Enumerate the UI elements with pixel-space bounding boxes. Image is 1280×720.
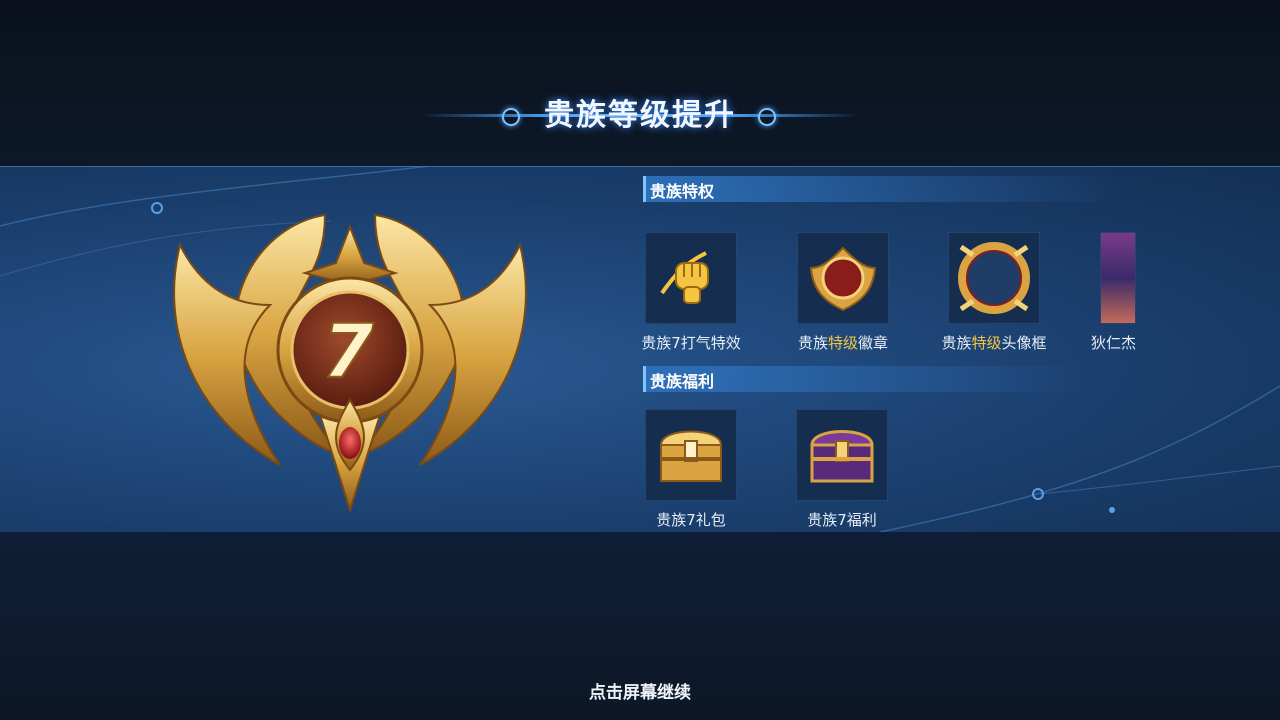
tap-to-continue-prompt[interactable]: 点击屏幕继续 [540, 678, 740, 703]
fist-icon [645, 232, 737, 324]
privilege-label: 狄仁杰 [1090, 334, 1136, 352]
benefit-item-welfare[interactable]: 贵族7福利 [796, 409, 892, 529]
benefit-item-gift-pack[interactable]: 贵族7礼包 [645, 409, 741, 529]
purple-chest-icon [796, 409, 888, 501]
avatar-frame-icon [948, 232, 1040, 324]
hero-skin-icon [1100, 232, 1136, 324]
privilege-label: 贵族特级头像框 [941, 334, 1047, 352]
badge-icon [797, 232, 889, 324]
privilege-label: 贵族特级徽章 [797, 334, 889, 352]
noble-level-badge: 7 [173, 213, 527, 514]
privilege-item-avatar-frame[interactable]: 贵族特级头像框 [941, 232, 1047, 352]
badge-level-number: 7 [322, 309, 374, 395]
privilege-item-badge[interactable]: 贵族特级徽章 [797, 232, 893, 352]
privileges-title: 贵族特权 [650, 182, 715, 201]
title-banner: 贵族等级提升 [420, 92, 860, 142]
page-title: 贵族等级提升 [544, 98, 736, 133]
privileges-header: 贵族特权 [643, 176, 1126, 202]
benefits-title: 贵族福利 [650, 372, 715, 391]
privilege-label: 贵族7打气特效 [641, 334, 741, 352]
benefits-header: 贵族福利 [643, 366, 1086, 392]
gold-chest-icon [645, 409, 737, 501]
privilege-item-cheer-effect[interactable]: 贵族7打气特效 [641, 232, 741, 352]
privilege-item-hero-skin[interactable]: 狄仁杰 [1091, 232, 1136, 352]
benefit-label: 贵族7礼包 [656, 511, 726, 529]
benefit-label: 贵族7福利 [807, 511, 877, 529]
